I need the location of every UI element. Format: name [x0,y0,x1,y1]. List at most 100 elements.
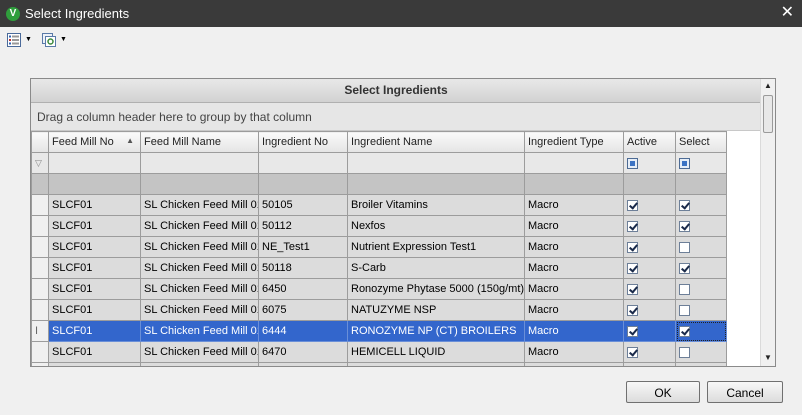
cell-ingredient-type[interactable]: Macro [524,257,624,279]
row-indicator[interactable] [31,194,49,216]
select-checkbox[interactable] [679,283,690,295]
cell-ingredient-type[interactable]: Micro [524,362,624,366]
row-indicator[interactable] [31,236,49,258]
table-row[interactable]: SLCF01SL Chicken Feed Mill 0150115Prop. … [31,362,727,366]
cell-active[interactable] [623,341,676,363]
cell-feed-mill-name[interactable]: SL Chicken Feed Mill 01 [140,236,259,258]
filter-cell[interactable] [347,152,525,174]
cell-feed-mill-name[interactable]: SL Chicken Feed Mill 01 [140,215,259,237]
cell-ingredient-no[interactable]: 6444 [258,320,348,342]
row-indicator[interactable] [31,299,49,321]
cell-feed-mill-no[interactable]: SLCF01 [48,215,141,237]
cell-ingredient-name[interactable]: Nutrient Expression Test1 [347,236,525,258]
filter-cell[interactable] [140,152,259,174]
cell-ingredient-no[interactable]: 6470 [258,341,348,363]
cell-ingredient-type[interactable]: Macro [524,320,624,342]
cell-feed-mill-no[interactable]: SLCF01 [48,278,141,300]
column-header-ingredient-no[interactable]: Ingredient No [258,131,348,153]
active-checkbox[interactable] [627,220,638,232]
cell-feed-mill-no[interactable]: SLCF01 [48,320,141,342]
cell-select[interactable] [675,278,727,300]
cell-ingredient-no[interactable]: 50115 [258,362,348,366]
cell-ingredient-name[interactable]: RONOZYME NP (CT) BROILERS [347,320,525,342]
select-checkbox[interactable] [679,220,690,232]
cell-active[interactable] [623,215,676,237]
chevron-down-icon[interactable]: ▼ [60,36,67,43]
cell-ingredient-no[interactable]: NE_Test1 [258,236,348,258]
cell-select[interactable] [675,194,727,216]
table-row[interactable]: I SLCF01 SL Chicken Feed Mill 01 6444 RONOZY… [31,320,727,342]
cell-feed-mill-no[interactable]: SLCF01 [48,236,141,258]
cell-ingredient-name[interactable]: Prop. Acid (50%) [347,362,525,366]
cell-ingredient-no[interactable]: 50105 [258,194,348,216]
cell-ingredient-name[interactable]: Ronozyme Phytase 5000 (150g/mt) [347,278,525,300]
vertical-scrollbar[interactable]: ▲ ▼ [760,79,775,366]
cell-select[interactable] [675,257,727,279]
row-indicator[interactable]: I [31,320,49,342]
filter-active-checkbox[interactable] [627,157,638,169]
cell-ingredient-type[interactable]: Macro [524,341,624,363]
close-icon[interactable]: ✕ [781,4,794,22]
cell-feed-mill-name[interactable]: SL Chicken Feed Mill 01 [140,362,259,366]
cell-feed-mill-no[interactable]: SLCF01 [48,257,141,279]
row-indicator[interactable] [31,257,49,279]
cell-ingredient-type[interactable]: Macro [524,194,624,216]
cell-ingredient-name[interactable]: S-Carb [347,257,525,279]
cell-feed-mill-no[interactable]: SLCF01 [48,341,141,363]
cell-feed-mill-name[interactable]: SL Chicken Feed Mill 01 [140,341,259,363]
active-checkbox[interactable] [627,304,638,316]
select-checkbox[interactable] [679,304,690,316]
scroll-up-icon[interactable]: ▲ [764,81,772,90]
table-row[interactable]: SLCF01 SL Chicken Feed Mill 01 50105 Broile… [31,194,727,216]
table-row[interactable]: SLCF01 SL Chicken Feed Mill 01 6470 HEMICEL… [31,341,727,363]
export-icon[interactable] [41,32,56,47]
cell-select[interactable] [675,341,727,363]
filter-select-checkbox[interactable] [679,157,690,169]
cell-ingredient-name[interactable]: NATUZYME NSP [347,299,525,321]
cell-select[interactable] [675,362,727,366]
row-indicator[interactable] [31,362,49,366]
select-checkbox[interactable] [679,346,690,358]
cell-active[interactable] [623,362,676,366]
cell-feed-mill-name[interactable]: SL Chicken Feed Mill 01 [140,320,259,342]
cell-active[interactable] [623,299,676,321]
column-header-feed-mill-name[interactable]: Feed Mill Name [140,131,259,153]
cell-feed-mill-no[interactable]: SLCF01 [48,299,141,321]
active-checkbox[interactable] [627,262,638,274]
table-row[interactable]: SLCF01 SL Chicken Feed Mill 01 NE_Test1 Nut… [31,236,727,258]
ok-button[interactable]: OK [626,381,700,403]
filter-cell[interactable] [48,152,141,174]
group-by-panel[interactable]: Drag a column header here to group by th… [31,103,761,131]
cell-feed-mill-name[interactable]: SL Chicken Feed Mill 01 [140,278,259,300]
cell-feed-mill-name[interactable]: SL Chicken Feed Mill 01 [140,194,259,216]
cell-active[interactable] [623,257,676,279]
cell-ingredient-name[interactable]: HEMICELL LIQUID [347,341,525,363]
filter-cell-select[interactable] [675,152,727,174]
cell-ingredient-type[interactable]: Macro [524,278,624,300]
cell-select[interactable] [675,320,727,342]
cell-active[interactable] [623,320,676,342]
table-row[interactable]: SLCF01 SL Chicken Feed Mill 01 50118 S-Carb… [31,257,727,279]
filter-cell[interactable] [524,152,624,174]
cell-select[interactable] [675,215,727,237]
active-checkbox[interactable] [627,199,638,211]
cell-feed-mill-name[interactable]: SL Chicken Feed Mill 01 [140,299,259,321]
column-header-ingredient-name[interactable]: Ingredient Name [347,131,525,153]
cell-ingredient-no[interactable]: 6075 [258,299,348,321]
cell-ingredient-name[interactable]: Broiler Vitamins [347,194,525,216]
cell-ingredient-no[interactable]: 50118 [258,257,348,279]
cell-ingredient-no[interactable]: 6450 [258,278,348,300]
row-indicator[interactable] [31,278,49,300]
column-header-feed-mill-no[interactable]: Feed Mill No ▲ [48,131,141,153]
cell-active[interactable] [623,236,676,258]
active-checkbox[interactable] [627,283,638,295]
cell-select[interactable] [675,299,727,321]
cell-ingredient-name[interactable]: Nexfos [347,215,525,237]
cell-select[interactable] [675,236,727,258]
grid-layout-icon[interactable] [7,32,21,47]
select-checkbox[interactable] [679,241,690,253]
column-header-active[interactable]: Active [623,131,676,153]
cell-ingredient-no[interactable]: 50112 [258,215,348,237]
column-header-ingredient-type[interactable]: Ingredient Type [524,131,624,153]
scroll-down-icon[interactable]: ▼ [764,353,772,362]
